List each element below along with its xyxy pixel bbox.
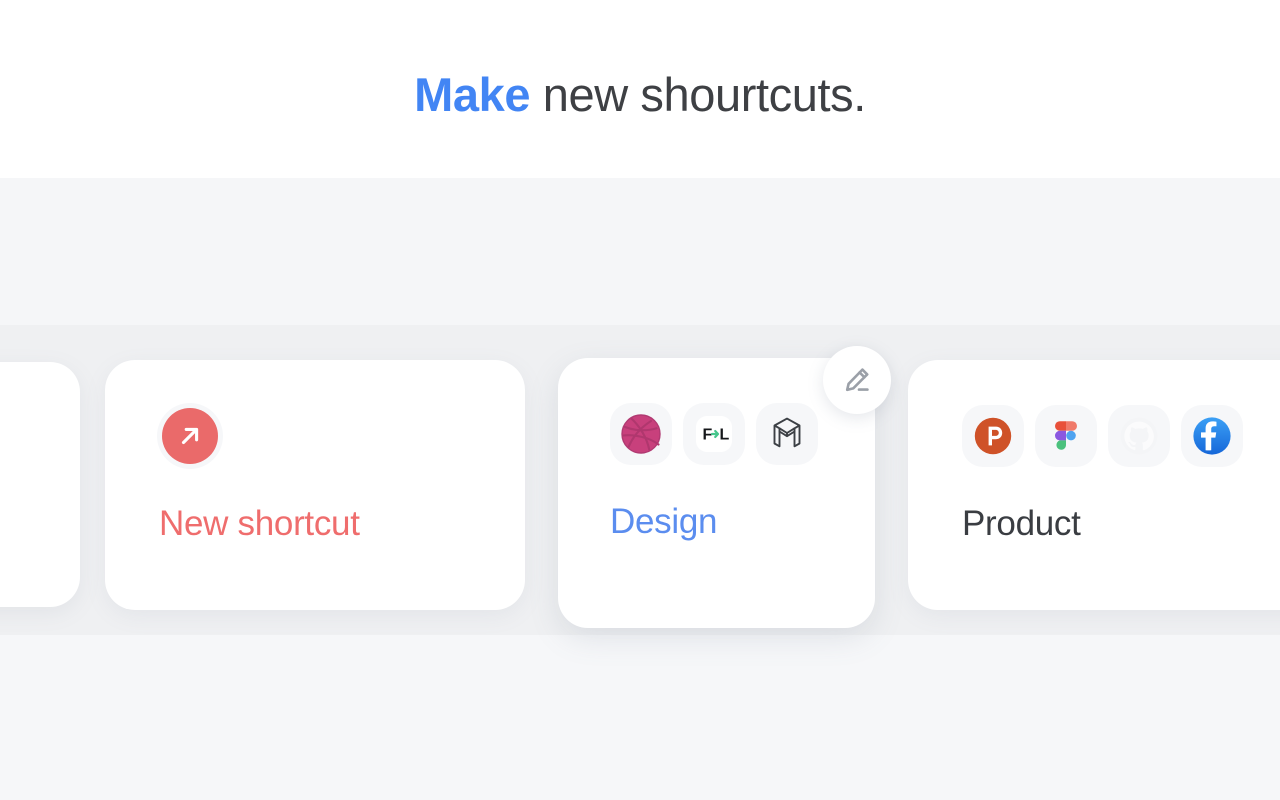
page-title-accent: Make xyxy=(414,68,531,121)
page-title: Make new shourtcuts. xyxy=(0,60,1280,130)
icon-row xyxy=(962,405,1280,467)
shortcut-card-title: Product xyxy=(962,504,1081,543)
pencil-edit-icon xyxy=(840,363,874,397)
icon-row xyxy=(159,405,525,467)
facebook-icon[interactable] xyxy=(1181,405,1243,467)
shortcut-card-title: Design xyxy=(610,502,718,541)
svg-text:L: L xyxy=(720,427,730,444)
dribbble-icon[interactable] xyxy=(610,403,672,465)
svg-text:F: F xyxy=(703,427,713,444)
icon-row: F L xyxy=(610,403,875,465)
figma-to-lottie-icon[interactable]: F L xyxy=(683,403,745,465)
github-icon[interactable] xyxy=(1108,405,1170,467)
m-logo-icon[interactable] xyxy=(756,403,818,465)
shortcut-carousel[interactable]: New shortcut F L Design Product xyxy=(0,325,1280,635)
shortcut-card-design[interactable]: F L Design xyxy=(558,358,875,628)
page-title-rest: new shourtcuts. xyxy=(530,68,867,121)
product-hunt-icon[interactable] xyxy=(962,405,1024,467)
new-shortcut-badge[interactable] xyxy=(159,405,221,467)
edit-shortcut-button[interactable] xyxy=(823,346,891,414)
shortcut-card-product[interactable]: Product xyxy=(908,360,1280,610)
lower-background xyxy=(0,635,1280,800)
shortcut-card-title: New shortcut xyxy=(159,504,360,543)
upper-background xyxy=(0,178,1280,325)
figma-icon[interactable] xyxy=(1035,405,1097,467)
shortcut-card-previous[interactable] xyxy=(0,362,80,607)
arrow-up-right-icon xyxy=(162,408,218,464)
shortcut-card-new[interactable]: New shortcut xyxy=(105,360,525,610)
